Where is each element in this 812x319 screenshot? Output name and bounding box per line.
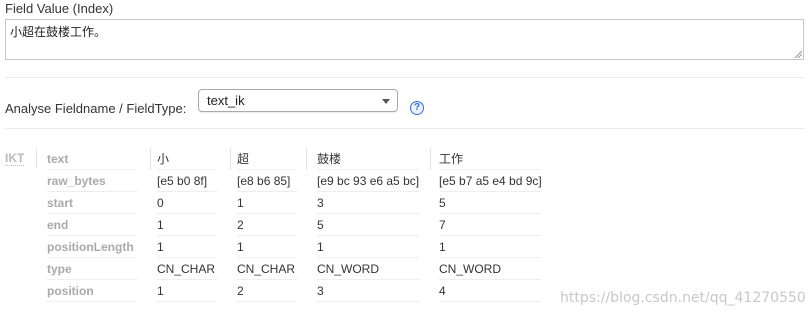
column-separator — [430, 148, 431, 170]
token-4-positionlength: 1 — [439, 236, 541, 258]
token-1-position: 1 — [157, 280, 217, 302]
token-1-type: CN_CHAR — [157, 258, 217, 280]
stage-separator — [36, 148, 37, 168]
token-2-end: 2 — [237, 214, 297, 236]
field-value-label: Field Value (Index) — [5, 1, 114, 16]
divider — [5, 77, 805, 78]
token-3-text: 鼓楼 — [317, 148, 419, 170]
analyse-fieldtype-label: Analyse Fieldname / FieldType: — [5, 101, 187, 116]
token-4-end: 7 — [439, 214, 541, 236]
token-2-type: CN_CHAR — [237, 258, 297, 280]
token-2-positionlength: 1 — [237, 236, 297, 258]
token-3-positionlength: 1 — [317, 236, 419, 258]
token-2-start: 1 — [237, 192, 297, 214]
column-separator — [306, 148, 307, 170]
token-4-position: 4 — [439, 280, 541, 302]
fieldtype-select-value: text_ik — [207, 93, 245, 108]
token-4-type: CN_WORD — [439, 258, 541, 280]
token-4-raw_bytes: [e5 b7 a5 e4 bd 9c] — [439, 170, 542, 192]
token-2-text: 超 — [237, 148, 297, 170]
token-1-text: 小 — [157, 148, 217, 170]
row-label-positionlength: positionLength — [47, 236, 137, 258]
divider — [5, 128, 805, 129]
resize-grip-icon[interactable] — [794, 50, 802, 58]
row-label-end: end — [47, 214, 137, 236]
token-3-type: CN_WORD — [317, 258, 419, 280]
column-separator — [150, 148, 151, 170]
row-label-raw_bytes: raw_bytes — [47, 170, 137, 192]
token-1-raw_bytes: [e5 b0 8f] — [157, 170, 217, 192]
token-4-start: 5 — [439, 192, 541, 214]
watermark: https://blog.csdn.net/qq_41270550 — [560, 290, 806, 306]
token-3-position: 3 — [317, 280, 419, 302]
token-1-positionlength: 1 — [157, 236, 217, 258]
row-label-position: position — [47, 280, 137, 302]
column-separator — [230, 148, 231, 170]
token-2-position: 2 — [237, 280, 297, 302]
token-3-raw_bytes: [e9 bc 93 e6 a5 bc] — [317, 170, 419, 192]
row-label-type: type — [47, 258, 137, 280]
field-value-textarea[interactable]: 小超在鼓楼工作。 — [5, 19, 804, 60]
row-label-text: text — [47, 148, 137, 170]
token-3-end: 5 — [317, 214, 419, 236]
help-icon[interactable]: ? — [410, 101, 424, 115]
token-2-raw_bytes: [e8 b6 85] — [237, 170, 297, 192]
row-label-start: start — [47, 192, 137, 214]
token-1-end: 1 — [157, 214, 217, 236]
token-1-start: 0 — [157, 192, 217, 214]
token-4-text: 工作 — [439, 148, 541, 170]
chevron-down-icon — [382, 99, 390, 104]
analysis-stage-name[interactable]: IKT — [5, 152, 25, 166]
fieldtype-select[interactable]: text_ik — [198, 89, 398, 112]
token-3-start: 3 — [317, 192, 419, 214]
